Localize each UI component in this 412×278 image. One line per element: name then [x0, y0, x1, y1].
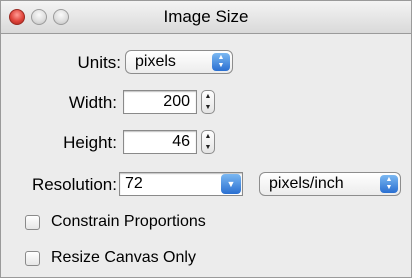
stepper-down-icon[interactable]: ▼	[202, 102, 214, 113]
resize-canvas-label[interactable]: Resize Canvas Only	[51, 248, 196, 268]
width-label: Width:	[68, 93, 117, 112]
image-size-dialog: Image Size Units: pixels ▲ ▼ Width: 200 ▲…	[0, 0, 412, 278]
resolution-unit-value: pixels/inch	[269, 175, 344, 192]
stepper-down-icon[interactable]: ▼	[202, 142, 214, 153]
resize-canvas-checkbox[interactable]	[25, 251, 40, 266]
width-stepper[interactable]: ▲ ▼	[201, 90, 215, 114]
units-label: Units:	[77, 53, 121, 72]
constrain-proportions-label[interactable]: Constrain Proportions	[51, 212, 206, 232]
resolution-field[interactable]: 72 ▼	[119, 172, 243, 196]
width-field[interactable]: 200	[123, 90, 197, 114]
height-label: Height:	[63, 133, 117, 152]
height-field[interactable]: 46	[123, 130, 197, 154]
title-bar: Image Size	[1, 1, 411, 34]
constrain-proportions-checkbox[interactable]	[25, 215, 40, 230]
up-down-arrows-icon: ▲ ▼	[380, 175, 398, 193]
stepper-up-icon[interactable]: ▲	[202, 131, 214, 142]
chevron-down-icon[interactable]: ▼	[221, 174, 241, 194]
up-down-arrows-icon: ▲ ▼	[212, 53, 230, 71]
resolution-label: Resolution:	[31, 175, 117, 194]
units-popup[interactable]: pixels ▲ ▼	[125, 50, 233, 74]
height-stepper[interactable]: ▲ ▼	[201, 130, 215, 154]
resolution-unit-popup[interactable]: pixels/inch ▲ ▼	[259, 172, 401, 196]
stepper-up-icon[interactable]: ▲	[202, 91, 214, 102]
resolution-value: 72	[125, 175, 143, 192]
window-title: Image Size	[163, 7, 249, 26]
units-value: pixels	[135, 53, 176, 70]
